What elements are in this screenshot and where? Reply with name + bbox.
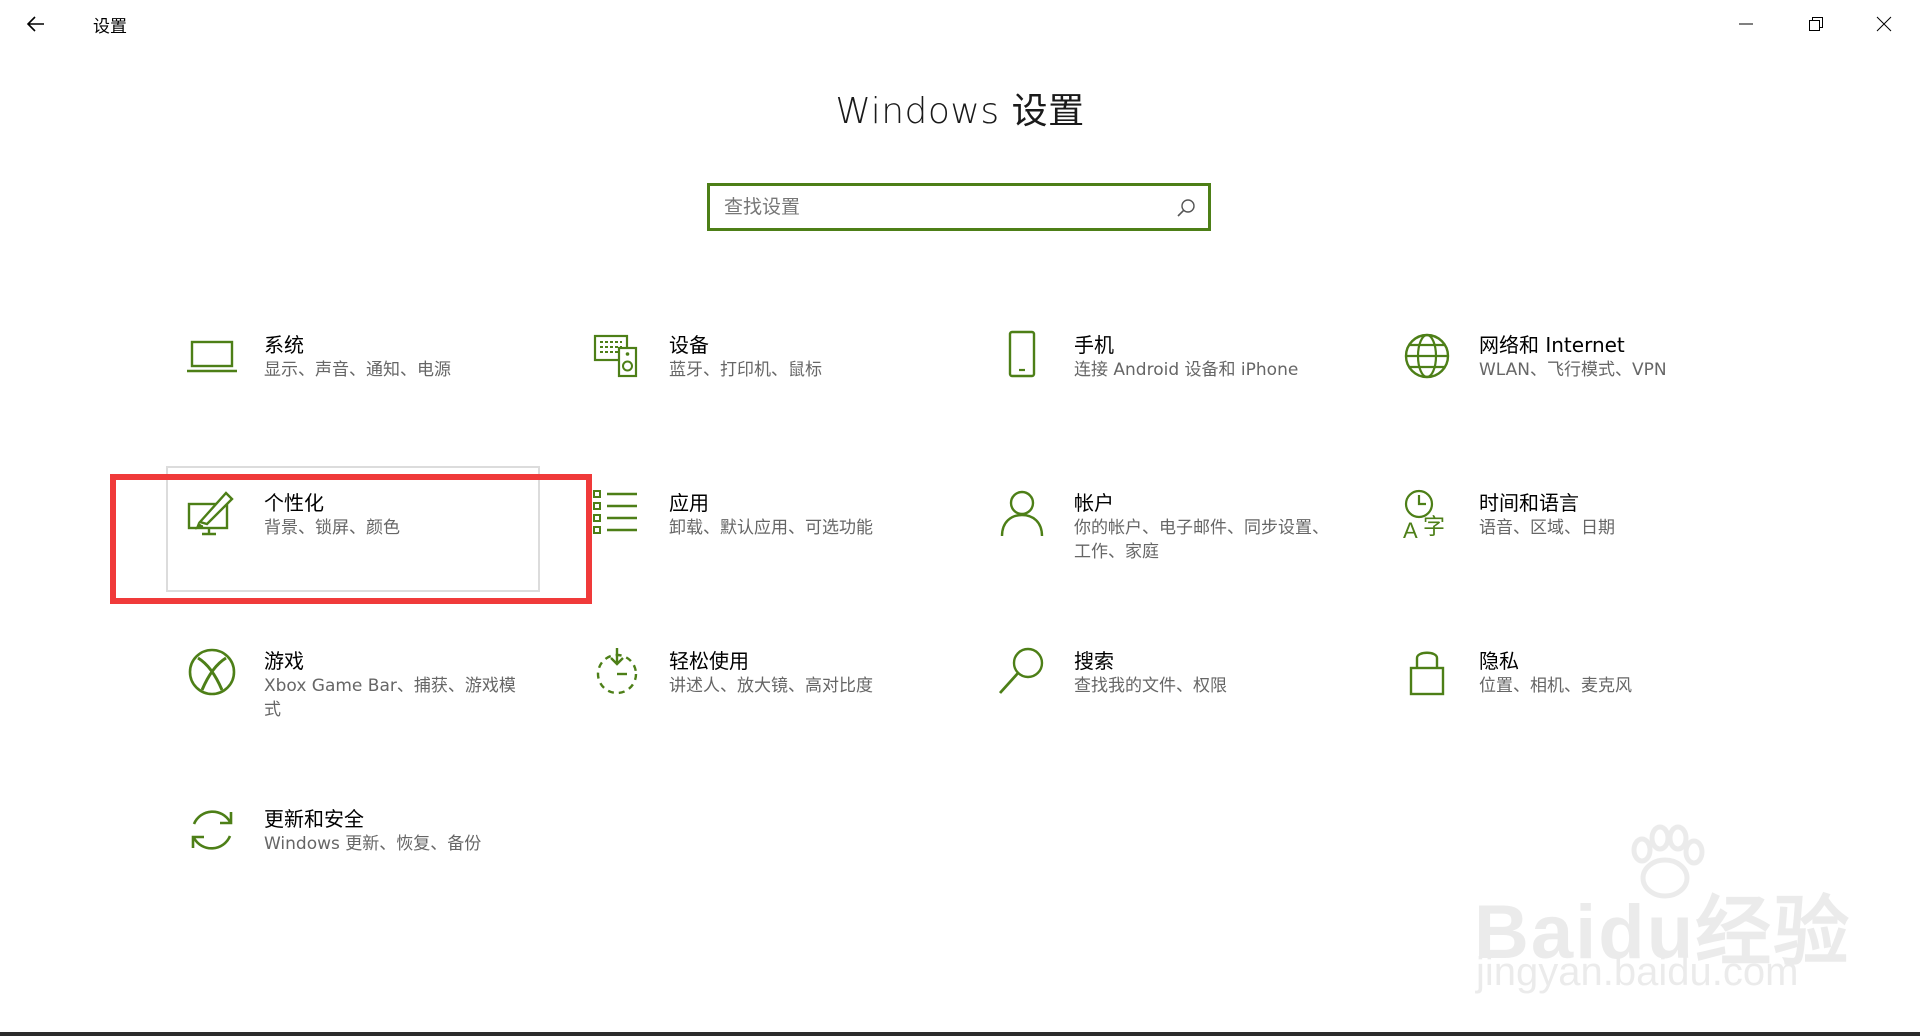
settings-item-label: 个性化 — [264, 491, 324, 515]
close-button[interactable] — [1850, 0, 1918, 48]
watermark-subtext: jingyan.baidu.com — [1476, 950, 1799, 994]
person-icon — [1000, 490, 1044, 537]
settings-item-ease-of-access[interactable]: 轻松使用 讲述人、放大镜、高对比度 — [589, 638, 969, 758]
globe-icon — [1404, 333, 1450, 379]
search-box[interactable] — [707, 183, 1211, 231]
search-magnifier-icon — [998, 647, 1044, 694]
settings-item-desc: 背景、锁屏、颜色 — [264, 518, 400, 538]
settings-item-label: 游戏 — [264, 649, 304, 673]
settings-item-privacy[interactable]: 隐私 位置、相机、麦克风 — [1399, 638, 1779, 758]
settings-item-accounts[interactable]: 帐户 你的帐户、电子邮件、同步设置、工作、家庭 — [994, 480, 1374, 600]
window-title: 设置 — [93, 17, 127, 37]
back-arrow-icon — [26, 16, 44, 32]
settings-item-desc: 蓝牙、打印机、鼠标 — [669, 360, 822, 380]
svg-text:A: A — [1403, 518, 1418, 540]
settings-item-label: 手机 — [1074, 333, 1114, 357]
search-input[interactable] — [724, 186, 1164, 228]
minimize-button[interactable] — [1712, 0, 1780, 48]
settings-item-desc: 位置、相机、麦克风 — [1479, 676, 1632, 696]
personalization-icon — [187, 491, 234, 536]
settings-item-label: 搜索 — [1074, 649, 1114, 673]
settings-item-devices[interactable]: 设备 蓝牙、打印机、鼠标 — [589, 322, 969, 442]
settings-item-personalization[interactable]: 个性化 背景、锁屏、颜色 — [184, 480, 564, 600]
settings-item-search[interactable]: 搜索 查找我的文件、权限 — [994, 638, 1374, 758]
devices-icon — [593, 334, 638, 378]
search-icon[interactable] — [1176, 198, 1196, 218]
settings-item-label: 隐私 — [1479, 649, 1519, 673]
close-icon — [1876, 16, 1892, 32]
settings-window: 设置 Windows 设置 查找设置 系统 显示、声音、通知、电源 设备 蓝牙、… — [0, 0, 1920, 1036]
settings-item-update-security[interactable]: 更新和安全 Windows 更新、恢复、备份 — [184, 796, 564, 916]
settings-item-label: 时间和语言 — [1479, 491, 1579, 515]
settings-item-time-language[interactable]: A 字 时间和语言 语音、区域、日期 — [1399, 480, 1779, 600]
settings-item-desc: Xbox Game Bar、捕获、游戏模式 — [264, 676, 516, 720]
phone-icon — [1008, 330, 1036, 378]
settings-item-desc: 讲述人、放大镜、高对比度 — [669, 676, 873, 696]
restore-icon — [1809, 17, 1823, 31]
sync-icon — [191, 810, 233, 850]
settings-item-desc: 你的帐户、电子邮件、同步设置、工作、家庭 — [1074, 518, 1329, 562]
settings-item-gaming[interactable]: 游戏 Xbox Game Bar、捕获、游戏模式 — [184, 638, 564, 758]
lock-icon — [1409, 651, 1445, 696]
watermark-text: Baidu经验 — [1474, 890, 1852, 975]
settings-item-system[interactable]: 系统 显示、声音、通知、电源 — [184, 322, 564, 442]
settings-item-label: 设备 — [669, 333, 709, 357]
settings-item-desc: 卸载、默认应用、可选功能 — [669, 518, 873, 538]
settings-item-label: 应用 — [669, 491, 709, 515]
settings-item-desc: 语音、区域、日期 — [1479, 518, 1615, 538]
settings-item-network[interactable]: 网络和 Internet WLAN、飞行模式、VPN — [1399, 322, 1779, 442]
restore-button[interactable] — [1782, 0, 1850, 48]
settings-item-desc: 连接 Android 设备和 iPhone — [1074, 360, 1299, 380]
apps-list-icon — [593, 490, 637, 534]
settings-item-label: 系统 — [264, 333, 304, 357]
settings-item-label: 轻松使用 — [669, 649, 749, 673]
settings-item-phone[interactable]: 手机 连接 Android 设备和 iPhone — [994, 322, 1374, 442]
svg-text:字: 字 — [1423, 515, 1445, 540]
paw-icon — [1631, 824, 1705, 899]
settings-item-desc: WLAN、飞行模式、VPN — [1479, 360, 1667, 380]
settings-item-desc: 查找我的文件、权限 — [1074, 676, 1227, 696]
laptop-icon — [187, 340, 237, 373]
xbox-icon — [188, 648, 236, 696]
settings-item-apps[interactable]: 应用 卸载、默认应用、可选功能 — [589, 480, 969, 600]
minimize-icon — [1739, 23, 1753, 25]
settings-item-desc: Windows 更新、恢复、备份 — [264, 834, 482, 854]
title-bar: 设置 — [0, 0, 1920, 48]
time-language-icon: A 字 — [1403, 489, 1445, 540]
settings-item-label: 帐户 — [1074, 491, 1114, 515]
watermark: Baidu经验 jingyan.baidu.com — [1470, 820, 1849, 1000]
page-title: Windows 设置 — [835, 91, 1085, 132]
bottom-edge — [0, 1032, 1920, 1036]
settings-item-label: 网络和 Internet — [1479, 333, 1625, 357]
ease-of-access-icon — [596, 648, 638, 695]
back-button[interactable] — [18, 6, 54, 42]
settings-item-desc: 显示、声音、通知、电源 — [264, 360, 451, 380]
settings-item-label: 更新和安全 — [264, 807, 364, 831]
